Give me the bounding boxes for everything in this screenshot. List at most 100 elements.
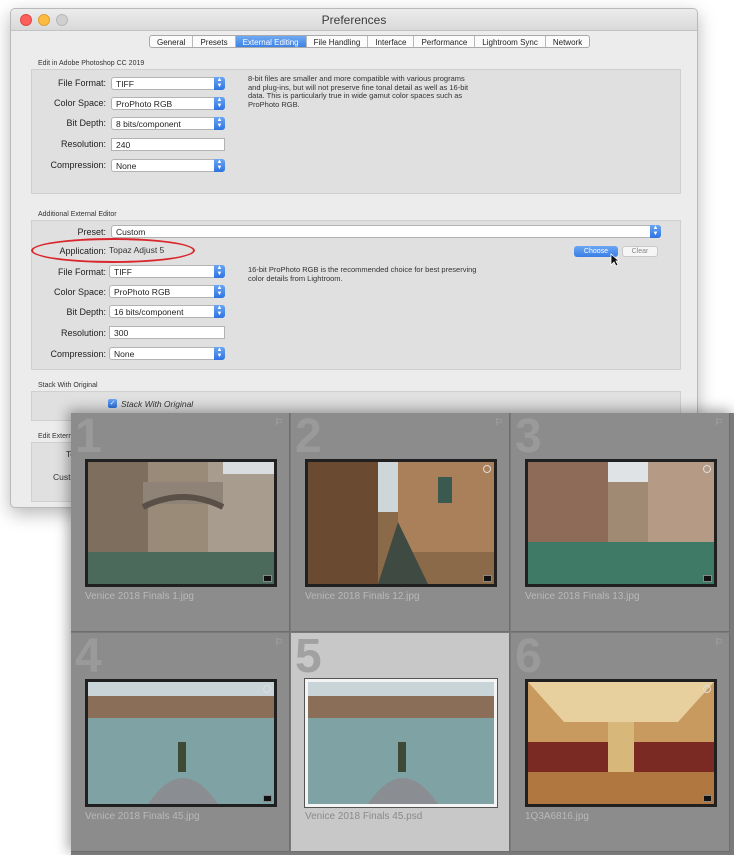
select-circle-icon[interactable] [263, 465, 271, 473]
tab-presets[interactable]: Presets [193, 36, 236, 47]
file-format-value: TIFF [116, 79, 134, 89]
file-name: Venice 2018 Finals 45.psd [305, 811, 423, 822]
stack-badge-icon [703, 575, 712, 582]
color-space-label-2: Color Space: [53, 287, 106, 297]
edit-external-section-label: Edit Extern [38, 433, 73, 440]
venice-bridge-photo [88, 462, 274, 584]
color-space-value-2: ProPhoto RGB [114, 287, 171, 297]
thumbnail-image[interactable] [525, 459, 717, 587]
flag-icon[interactable]: ⚐ [275, 637, 283, 648]
bit-depth-value: 8 bits/component [116, 119, 181, 129]
grid-cell[interactable]: 1 ⚐ Venice 2018 Finals 1.jpg [71, 413, 290, 632]
thumbnail-image[interactable] [304, 678, 498, 808]
thumbnail-image[interactable] [85, 459, 277, 587]
cell-index-number: 3 [515, 410, 542, 463]
file-name: Venice 2018 Finals 45.jpg [85, 811, 200, 822]
bit-depth-label-2: Bit Depth: [66, 307, 106, 317]
edit-in-help-text: 8-bit files are smaller and more compati… [248, 74, 469, 109]
resolution-label-2: Resolution: [60, 328, 106, 338]
thumbnail-image[interactable] [525, 679, 717, 807]
stack-badge-icon [483, 575, 492, 582]
venice-canal-photo [308, 462, 494, 584]
file-format-select-2[interactable]: TIFF ▲ ▼ [109, 265, 225, 278]
grid-cell-selected[interactable]: 5 Venice 2018 Finals 45.psd [291, 633, 510, 852]
additional-section-label: Additional External Editor [38, 211, 117, 218]
bit-depth-select-2[interactable]: 16 bits/component ▲ ▼ [109, 305, 225, 318]
title-bar: Preferences [11, 9, 697, 31]
application-label: Application: [59, 246, 106, 256]
bit-depth-label: Bit Depth: [66, 118, 106, 128]
flag-icon[interactable]: ⚐ [495, 417, 503, 428]
compression-select[interactable]: None ▲ ▼ [111, 159, 225, 172]
cell-index-number: 4 [75, 630, 102, 683]
select-arrows-icon: ▲ ▼ [214, 159, 225, 172]
grid-cell[interactable]: 4 ⚐ Venice 2018 Finals 45.jpg [71, 633, 290, 852]
select-arrows-icon: ▲ ▼ [214, 347, 225, 360]
edit-in-section-label: Edit in Adobe Photoshop CC 2019 [38, 60, 145, 67]
compression-value-2: None [114, 349, 135, 359]
select-circle-icon[interactable] [703, 685, 711, 693]
venice-statue-photo [88, 682, 274, 804]
application-value: Topaz Adjust 5 [109, 245, 165, 255]
color-space-select-2[interactable]: ProPhoto RGB ▲ ▼ [109, 285, 225, 298]
color-space-select[interactable]: ProPhoto RGB ▲ ▼ [111, 97, 225, 110]
tab-file-handling[interactable]: File Handling [307, 36, 369, 47]
cell-index-number: 1 [75, 410, 102, 463]
resolution-input-2[interactable]: 300 [109, 326, 225, 339]
color-space-label: Color Space: [53, 98, 106, 108]
preset-select[interactable]: Custom ▲ ▼ [111, 225, 661, 238]
grid-cell[interactable]: 2 ⚐ Venice 2018 Finals 12.jpg [291, 413, 510, 632]
file-name: Venice 2018 Finals 12.jpg [305, 591, 420, 602]
flag-icon[interactable]: ⚐ [275, 417, 283, 428]
tab-performance[interactable]: Performance [414, 36, 476, 47]
grid-cell[interactable]: 3 ⚐ Venice 2018 Finals 13.jpg [511, 413, 730, 632]
file-name: Venice 2018 Finals 1.jpg [85, 591, 194, 602]
compression-label-2: Compression: [50, 349, 106, 359]
file-name: 1Q3A6816.jpg [525, 811, 589, 822]
color-space-value: ProPhoto RGB [116, 99, 173, 109]
file-name: Venice 2018 Finals 13.jpg [525, 591, 640, 602]
stack-badge-icon [263, 575, 272, 582]
flag-icon[interactable]: ⚐ [715, 637, 723, 648]
select-arrows-icon: ▲ ▼ [214, 97, 225, 110]
cell-index-number: 5 [295, 630, 322, 683]
stack-badge-icon [263, 795, 272, 802]
cursor-arrow-icon [610, 253, 620, 267]
grid-cell[interactable]: 6 ⚐ 1Q3A6816.jpg [511, 633, 730, 852]
file-format-label-2: File Format: [57, 267, 106, 277]
cell-index-number: 6 [515, 630, 542, 683]
file-format-select[interactable]: TIFF ▲ ▼ [111, 77, 225, 90]
additional-help-text: 16-bit ProPhoto RGB is the recommended c… [248, 265, 477, 283]
file-format-label: File Format: [57, 78, 106, 88]
tab-external-editing[interactable]: External Editing [235, 36, 307, 47]
select-arrows-icon: ▲ ▼ [214, 117, 225, 130]
compression-label: Compression: [50, 160, 106, 170]
resolution-input[interactable]: 240 [111, 138, 225, 151]
select-circle-icon[interactable] [483, 465, 491, 473]
compression-value: None [116, 161, 137, 171]
tab-bar: General Presets External Editing File Ha… [149, 35, 591, 48]
stack-checkbox-label: Stack With Original [121, 399, 194, 409]
tab-general[interactable]: General [150, 36, 194, 47]
stack-checkbox[interactable]: ✓ [108, 399, 117, 408]
select-circle-icon[interactable] [703, 465, 711, 473]
preset-label: Preset: [77, 227, 106, 237]
select-circle-icon[interactable] [263, 685, 271, 693]
venice-green-canal-photo [528, 462, 714, 584]
tab-network[interactable]: Network [546, 36, 589, 47]
cell-index-number: 2 [295, 410, 322, 463]
resolution-label: Resolution: [60, 139, 106, 149]
tab-lightroom-sync[interactable]: Lightroom Sync [475, 36, 546, 47]
stack-badge-icon [703, 795, 712, 802]
select-arrows-icon: ▲ ▼ [214, 265, 225, 278]
thumbnail-image[interactable] [85, 679, 277, 807]
flag-icon[interactable]: ⚐ [715, 417, 723, 428]
compression-select-2[interactable]: None ▲ ▼ [109, 347, 225, 360]
clear-button[interactable]: Clear [622, 246, 658, 257]
stack-section-label: Stack With Original [38, 382, 98, 389]
thumbnail-image[interactable] [305, 459, 497, 587]
tab-interface[interactable]: Interface [368, 36, 415, 47]
select-arrows-icon: ▲ ▼ [214, 285, 225, 298]
select-arrows-icon: ▲ ▼ [214, 77, 225, 90]
bit-depth-select[interactable]: 8 bits/component ▲ ▼ [111, 117, 225, 130]
